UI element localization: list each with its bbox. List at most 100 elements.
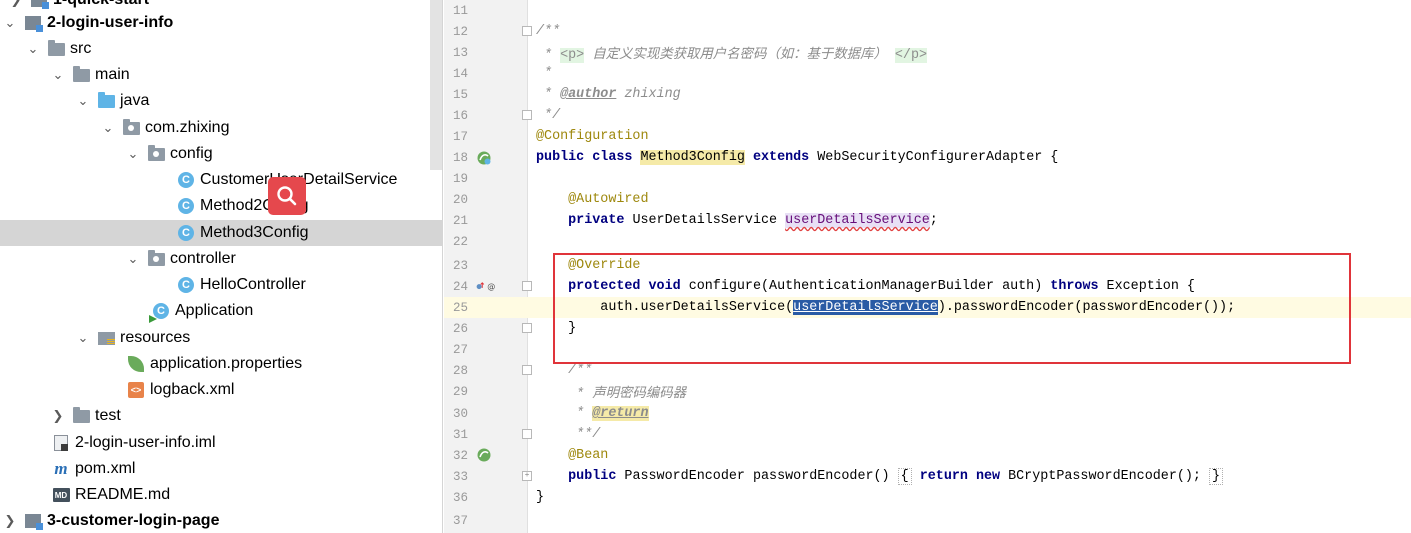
tree-item-com-zhixing[interactable]: ⌄ com.zhixing xyxy=(0,115,442,141)
line-number: 18 xyxy=(452,150,468,165)
tree-item-application[interactable]: C Application xyxy=(0,298,442,324)
tree-item-test[interactable]: ❯ test xyxy=(0,403,442,429)
code-line[interactable]: 20 @Autowired xyxy=(444,189,1411,210)
code-text: **/ xyxy=(536,427,601,442)
code-text: @Bean xyxy=(536,448,609,463)
code-line[interactable]: 36 } xyxy=(444,487,1411,508)
code-line[interactable]: 18 public class Method3Config extends We… xyxy=(444,147,1411,168)
chevron-down-icon[interactable]: ⌄ xyxy=(125,251,141,267)
keyword: protected void xyxy=(536,279,689,294)
fold-marker-icon[interactable] xyxy=(522,429,532,439)
folded-brace[interactable]: { xyxy=(897,468,912,485)
tree-item-method2config[interactable]: C Method2Config xyxy=(0,193,442,219)
spring-bean-icon[interactable] xyxy=(476,149,496,167)
fold-marker-icon[interactable] xyxy=(522,110,532,120)
tree-item-pom-xml[interactable]: m pom.xml xyxy=(0,456,442,482)
chevron-right-icon[interactable]: ❯ xyxy=(50,408,66,424)
chevron-right-icon[interactable]: ❯ xyxy=(2,513,18,529)
code-line[interactable]: 14 * xyxy=(444,63,1411,84)
code-line[interactable]: 37 xyxy=(444,510,1411,531)
code-line[interactable]: 16 */ xyxy=(444,105,1411,126)
code-line-current[interactable]: 25 auth.userDetailsService(userDetailsSe… xyxy=(444,297,1411,318)
package-icon xyxy=(122,118,140,137)
code-editor[interactable]: 11 12 /** 13 * <p> 自定义实现类获取用户名密码（如：基于数据库… xyxy=(444,0,1411,533)
runnable-class-icon: C xyxy=(149,302,170,323)
keyword: return new xyxy=(911,469,1009,484)
fold-marker-icon[interactable] xyxy=(522,281,532,291)
code-line[interactable]: 15 * @author zhixing xyxy=(444,84,1411,105)
code-line[interactable]: 19 xyxy=(444,168,1411,189)
keyword: extends xyxy=(744,150,818,165)
tree-item-controller[interactable]: ⌄ controller xyxy=(0,246,442,272)
tree-item-customer-user-detail-service[interactable]: C CustomerUserDetailService xyxy=(0,167,442,193)
tree-item-method3config[interactable]: C Method3Config xyxy=(0,220,442,246)
folded-brace[interactable]: } xyxy=(1209,468,1224,485)
fold-marker-icon[interactable] xyxy=(522,26,532,36)
code-line[interactable]: 21 private UserDetailsService userDetail… xyxy=(444,210,1411,231)
spring-bean-icon[interactable] xyxy=(476,446,496,464)
code-line[interactable]: 13 * <p> 自定义实现类获取用户名密码（如：基于数据库） </p> xyxy=(444,42,1411,63)
code-line[interactable]: 23 @Override xyxy=(444,255,1411,276)
tree-item-2-login-user-info[interactable]: ⌄ 2-login-user-info xyxy=(0,10,442,36)
line-number: 19 xyxy=(452,171,468,186)
tree-item-application-properties[interactable]: application.properties xyxy=(0,351,442,377)
chevron-right-icon[interactable]: ❯ xyxy=(8,0,24,8)
tree-item-config[interactable]: ⌄ config xyxy=(0,141,442,167)
code-fragment: auth.userDetailsService( xyxy=(536,300,794,315)
override-method-icon[interactable]: @ xyxy=(476,277,496,295)
chevron-down-icon[interactable]: ⌄ xyxy=(100,120,116,136)
code-line[interactable]: 32 @Bean xyxy=(444,445,1411,466)
fold-marker-icon[interactable] xyxy=(522,365,532,375)
code-text: */ xyxy=(536,108,561,123)
code-line[interactable]: 33 + public PasswordEncoder passwordEnco… xyxy=(444,466,1411,487)
tree-item-iml[interactable]: 2-login-user-info.iml xyxy=(0,430,442,456)
code-line[interactable]: 17 @Configuration xyxy=(444,126,1411,147)
chevron-down-icon[interactable]: ⌄ xyxy=(75,93,91,109)
search-overlay-button[interactable] xyxy=(268,177,306,215)
selected-text[interactable]: userDetailsService xyxy=(793,300,938,315)
code-line[interactable]: 11 xyxy=(444,0,1411,21)
line-number: 37 xyxy=(452,513,468,528)
chevron-down-icon[interactable]: ⌄ xyxy=(125,146,141,162)
tree-item-3-customer-login-page[interactable]: ❯ 3-customer-login-page xyxy=(0,508,442,533)
tree-item-main[interactable]: ⌄ main xyxy=(0,62,442,88)
html-tag: <p> xyxy=(560,48,585,63)
java-class-icon: C xyxy=(177,197,195,215)
tree-item-label: README.md xyxy=(75,486,171,503)
tree-item-label: java xyxy=(120,92,150,109)
tree-item-label: 2-login-user-info xyxy=(47,14,174,31)
type-name: UserDetailsService xyxy=(632,213,786,228)
tree-item-label: config xyxy=(170,145,213,162)
chevron-down-icon[interactable]: ⌄ xyxy=(25,41,41,57)
chevron-down-icon[interactable]: ⌄ xyxy=(75,330,91,346)
tree-item-label: pom.xml xyxy=(75,460,136,477)
code-line[interactable]: 31 **/ xyxy=(444,424,1411,445)
code-line[interactable]: 27 xyxy=(444,339,1411,360)
tree-item-readme-md[interactable]: MD README.md xyxy=(0,482,442,508)
chevron-down-icon[interactable]: ⌄ xyxy=(2,15,18,31)
chevron-down-icon[interactable]: ⌄ xyxy=(50,67,66,83)
code-line[interactable]: 29 * 声明密码编码器 xyxy=(444,381,1411,403)
line-number: 27 xyxy=(452,342,468,357)
line-number: 21 xyxy=(452,213,468,228)
fold-marker-icon[interactable] xyxy=(522,323,532,333)
tree-item-label: main xyxy=(95,66,130,83)
tree-item-label: test xyxy=(95,407,121,424)
tree-item-java[interactable]: ⌄ java xyxy=(0,88,442,114)
code-line[interactable]: 24 @ protected void configure(Authentica… xyxy=(444,276,1411,297)
tree-item-hello-controller[interactable]: C HelloController xyxy=(0,272,442,298)
code-line[interactable]: 12 /** xyxy=(444,21,1411,42)
line-number: 28 xyxy=(452,363,468,378)
tree-item-src[interactable]: ⌄ src xyxy=(0,36,442,62)
code-line[interactable]: 30 * @return xyxy=(444,403,1411,424)
tree-item-resources[interactable]: ⌄ resources xyxy=(0,325,442,351)
code-line[interactable]: 26 } xyxy=(444,318,1411,339)
field-name: userDetailsService xyxy=(785,213,930,228)
code-line[interactable]: 22 xyxy=(444,231,1411,252)
code-line[interactable]: 28 /** xyxy=(444,360,1411,381)
line-number: 32 xyxy=(452,448,468,463)
fold-expand-icon[interactable]: + xyxy=(522,471,532,481)
line-number: 25 xyxy=(452,300,468,315)
java-class-icon: C xyxy=(177,276,195,294)
tree-item-logback-xml[interactable]: <> logback.xml xyxy=(0,377,442,403)
